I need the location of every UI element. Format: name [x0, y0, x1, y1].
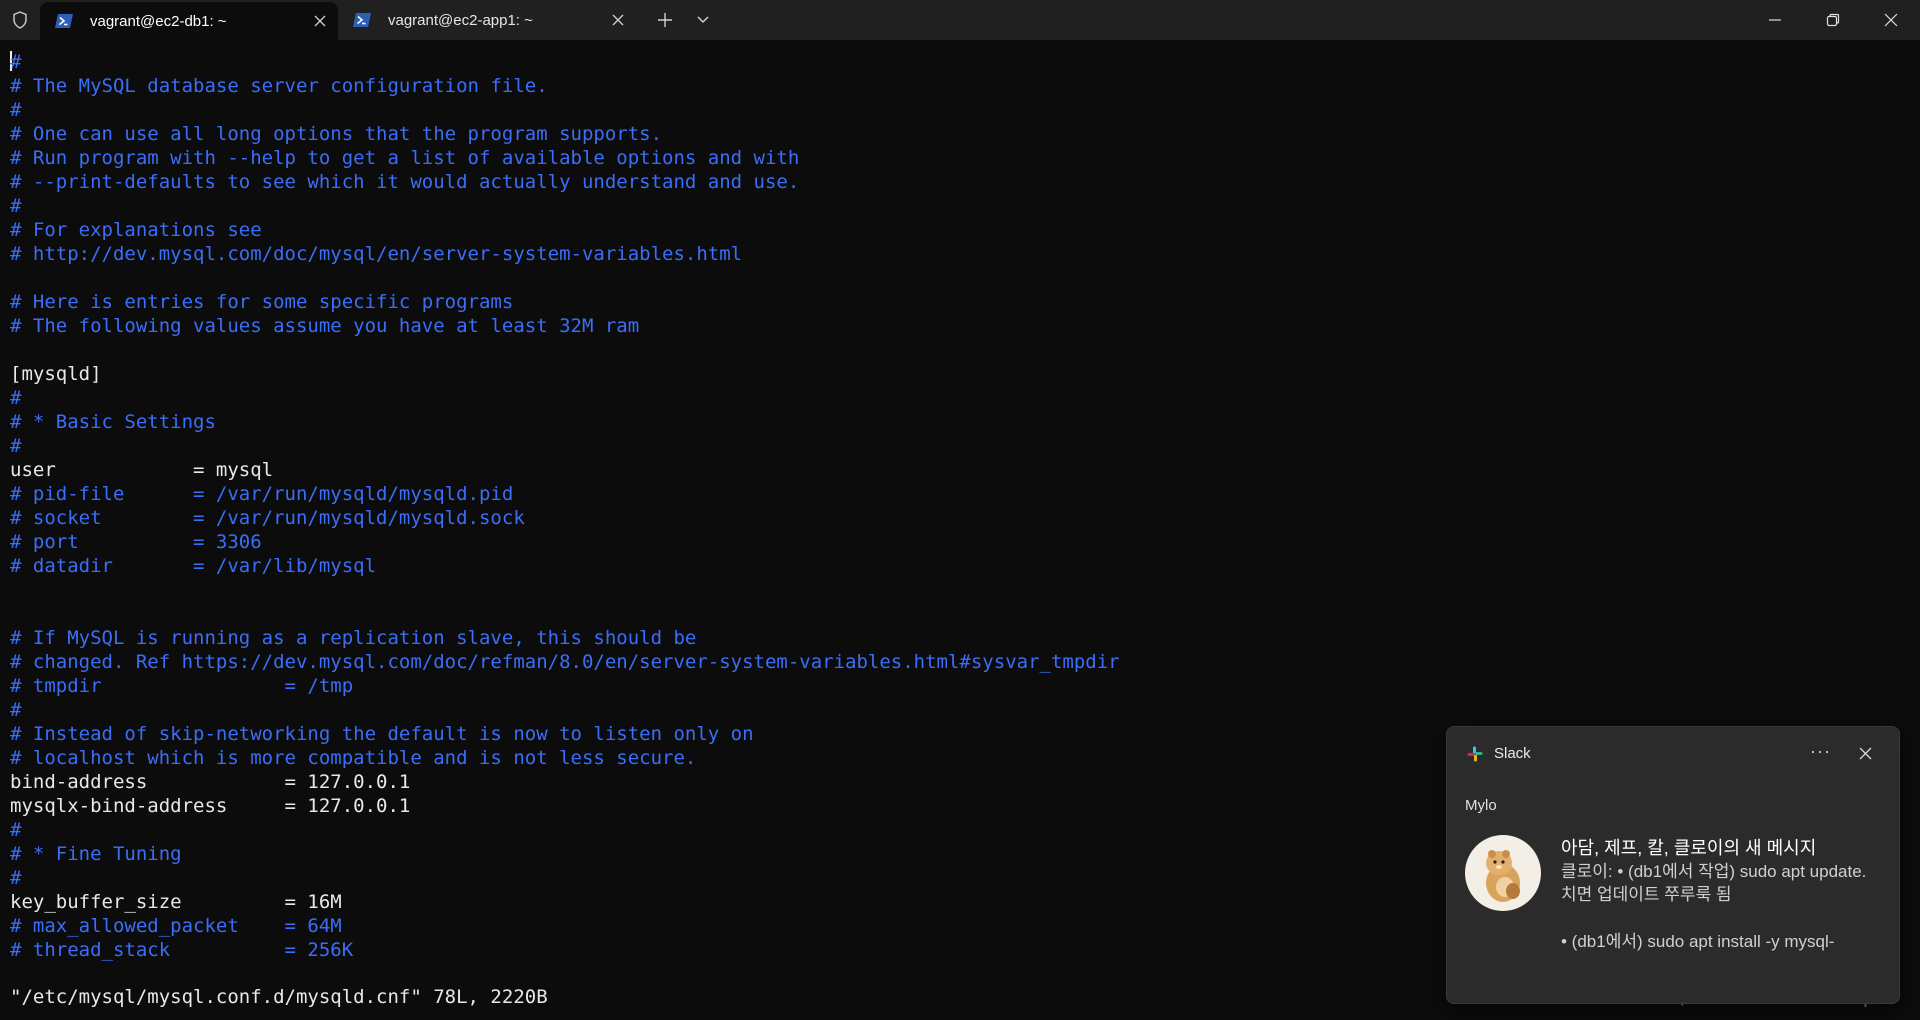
- config-line: [mysqld]: [10, 363, 102, 385]
- comment-line: # If MySQL is running as a replication s…: [10, 627, 697, 649]
- notification-title: 아담, 제프, 칼, 클로이의 새 메시지: [1561, 838, 1817, 858]
- comment-line: # socket = /var/run/mysqld/mysqld.sock: [10, 507, 525, 529]
- slack-icon: [1467, 746, 1483, 761]
- tab-ec2-db1[interactable]: vagrant@ec2-db1: ~: [40, 2, 338, 40]
- new-tab-button[interactable]: [646, 0, 684, 40]
- window-close-button[interactable]: [1862, 0, 1920, 40]
- title-bar: vagrant@ec2-db1: ~ vagrant@ec2-app1: ~: [0, 0, 1920, 40]
- close-icon: [1884, 13, 1898, 27]
- chevron-down-icon: [697, 16, 709, 24]
- comment-line: #: [10, 51, 22, 73]
- notification-message-line: 클로이: • (db1에서 작업) sudo apt update.: [1561, 862, 1867, 881]
- restore-icon: [1826, 13, 1840, 27]
- comment-line: # pid-file = /var/run/mysqld/mysqld.pid: [10, 483, 514, 505]
- comment-line: # One can use all long options that the …: [10, 123, 663, 145]
- comment-line: # Run program with --help to get a list …: [10, 147, 800, 169]
- config-line: user = mysql: [10, 459, 274, 481]
- notification-sender: Mylo: [1465, 797, 1497, 814]
- notification-body: 아담, 제프, 칼, 클로이의 새 메시지 클로이: • (db1에서 작업) …: [1561, 837, 1879, 953]
- comment-line: # tmpdir = /tmp: [10, 675, 354, 697]
- comment-line: #: [10, 435, 22, 457]
- comment-line: #: [10, 195, 22, 217]
- notification-message-line: 치면 업데이트 쭈루룩 됨: [1561, 885, 1732, 904]
- restore-button[interactable]: [1804, 0, 1862, 40]
- comment-line: # * Basic Settings: [10, 411, 216, 433]
- notification-header: Slack: [1467, 745, 1531, 762]
- powershell-icon: [54, 13, 74, 29]
- comment-line: # --print-defaults to see which it would…: [10, 171, 800, 193]
- comment-line: #: [10, 99, 22, 121]
- comment-line: # Here is entries for some specific prog…: [10, 291, 514, 313]
- shield-icon[interactable]: [0, 0, 40, 40]
- plus-icon: [658, 13, 672, 27]
- minimize-button[interactable]: [1746, 0, 1804, 40]
- tab-title: vagrant@ec2-app1: ~: [388, 11, 533, 29]
- notification-message-line: • (db1에서) sudo apt install -y mysql-: [1561, 932, 1835, 951]
- comment-line: # datadir = /var/lib/mysql: [10, 555, 377, 577]
- comment-line: # For explanations see: [10, 219, 262, 241]
- close-icon: [1859, 747, 1871, 759]
- notification-close-button[interactable]: [1853, 741, 1877, 765]
- close-icon[interactable]: [302, 3, 338, 39]
- config-line: [10, 602, 1910, 626]
- close-icon[interactable]: [600, 2, 636, 38]
- slack-notification[interactable]: Slack ··· Mylo 아담, 제프, 칼, 클로이의 새 메시지 클로이…: [1446, 726, 1900, 1004]
- powershell-icon: [352, 12, 372, 28]
- hamster-avatar-icon: [1486, 850, 1520, 902]
- tab-ec2-app1[interactable]: vagrant@ec2-app1: ~: [338, 0, 636, 40]
- tab-dropdown-button[interactable]: [684, 0, 722, 40]
- notification-message-spacer: [1561, 906, 1879, 930]
- config-line: [10, 266, 1910, 290]
- config-line: [10, 578, 1910, 602]
- window-controls: [1746, 0, 1920, 40]
- comment-line: # port = 3306: [10, 531, 262, 553]
- config-line: [10, 338, 1910, 362]
- comment-line: # changed. Ref https://dev.mysql.com/doc…: [10, 651, 1120, 673]
- comment-line: # http://dev.mysql.com/doc/mysql/en/serv…: [10, 243, 743, 265]
- tab-title: vagrant@ec2-db1: ~: [90, 12, 227, 30]
- avatar: [1465, 835, 1541, 911]
- comment-line: # The MySQL database server configuratio…: [10, 75, 548, 97]
- vim-status-line: "/etc/mysql/mysql.conf.d/mysqld.cnf" 78L…: [10, 986, 548, 1008]
- text-cursor: [10, 51, 12, 71]
- comment-line: # The following values assume you have a…: [10, 315, 640, 337]
- comment-line: #: [10, 387, 22, 409]
- minimize-icon: [1769, 19, 1781, 21]
- notification-app-name: Slack: [1494, 745, 1531, 762]
- more-options-button[interactable]: ···: [1810, 741, 1831, 762]
- comment-line: #: [10, 699, 22, 721]
